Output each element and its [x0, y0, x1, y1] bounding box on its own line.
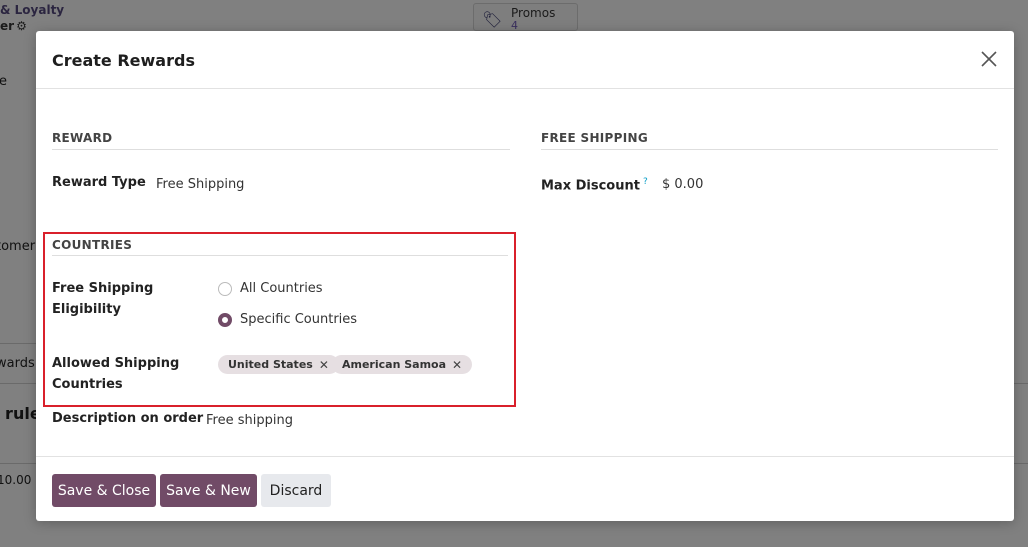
country-tag: United States ✕ [218, 355, 339, 374]
close-icon [981, 51, 997, 67]
create-rewards-dialog: Create Rewards REWARD Reward Type Free S… [36, 31, 1014, 521]
section-divider [52, 255, 508, 256]
bg-app-title: & Loyalty [0, 3, 65, 17]
section-divider [52, 149, 510, 150]
country-tag: American Samoa ✕ [332, 355, 473, 374]
bg-promos-count: 4 [511, 19, 518, 32]
bg-fragment: e [0, 74, 7, 89]
bg-fragment: wards [0, 356, 35, 371]
save-new-button[interactable]: Save & New [160, 474, 257, 507]
bg-promos-stat-button: 🏷 Promos 4 [473, 3, 578, 31]
radio-label: Specific Countries [240, 312, 358, 327]
bg-app-subtitle: er ⚙ [0, 19, 27, 33]
reward-type-field[interactable]: Free Shipping [156, 177, 244, 192]
discard-button[interactable]: Discard [261, 474, 331, 507]
modal-footer: Save & Close Save & New Discard [36, 456, 1014, 521]
section-divider [541, 149, 998, 150]
reward-section-title: REWARD [52, 131, 113, 145]
radio-all-countries[interactable]: All Countries [218, 281, 323, 296]
bg-divider [0, 383, 36, 384]
bg-divider [0, 463, 36, 464]
bg-fragment: tomer [0, 239, 36, 254]
modal-title: Create Rewards [52, 51, 195, 70]
save-close-button[interactable]: Save & Close [52, 474, 156, 507]
radio-label: All Countries [240, 281, 323, 296]
radio-circle-checked[interactable] [218, 312, 232, 327]
radio-specific-countries[interactable]: Specific Countries [218, 312, 357, 327]
bg-fragment: l rule [0, 404, 41, 423]
reward-type-label: Reward Type [52, 175, 146, 190]
eligibility-label: Free Shipping Eligibility [52, 281, 154, 317]
modal-header: Create Rewards [36, 31, 1014, 89]
bg-divider [1014, 383, 1028, 384]
tags-icon: 🏷 [482, 10, 503, 29]
max-discount-field[interactable]: $ 0.00 [662, 177, 703, 192]
country-tag-label: American Samoa [342, 358, 447, 371]
description-field[interactable]: Free shipping [206, 413, 293, 428]
description-label: Description on order [52, 411, 204, 426]
country-tag-label: United States [228, 358, 313, 371]
radio-circle[interactable] [218, 281, 232, 296]
close-button[interactable] [978, 48, 1000, 70]
free-shipping-section-title: FREE SHIPPING [541, 131, 649, 145]
help-tooltip-icon[interactable]: ? [643, 177, 648, 187]
bg-divider [0, 343, 36, 344]
countries-section-title: COUNTRIES [52, 238, 133, 252]
remove-tag-icon[interactable]: ✕ [452, 358, 462, 372]
allowed-countries-label: Allowed Shipping Countries [52, 356, 180, 392]
max-discount-label: Max Discount? [541, 177, 648, 194]
gear-icon: ⚙ [16, 19, 27, 33]
bg-divider [1014, 463, 1028, 464]
remove-tag-icon[interactable]: ✕ [319, 358, 329, 372]
